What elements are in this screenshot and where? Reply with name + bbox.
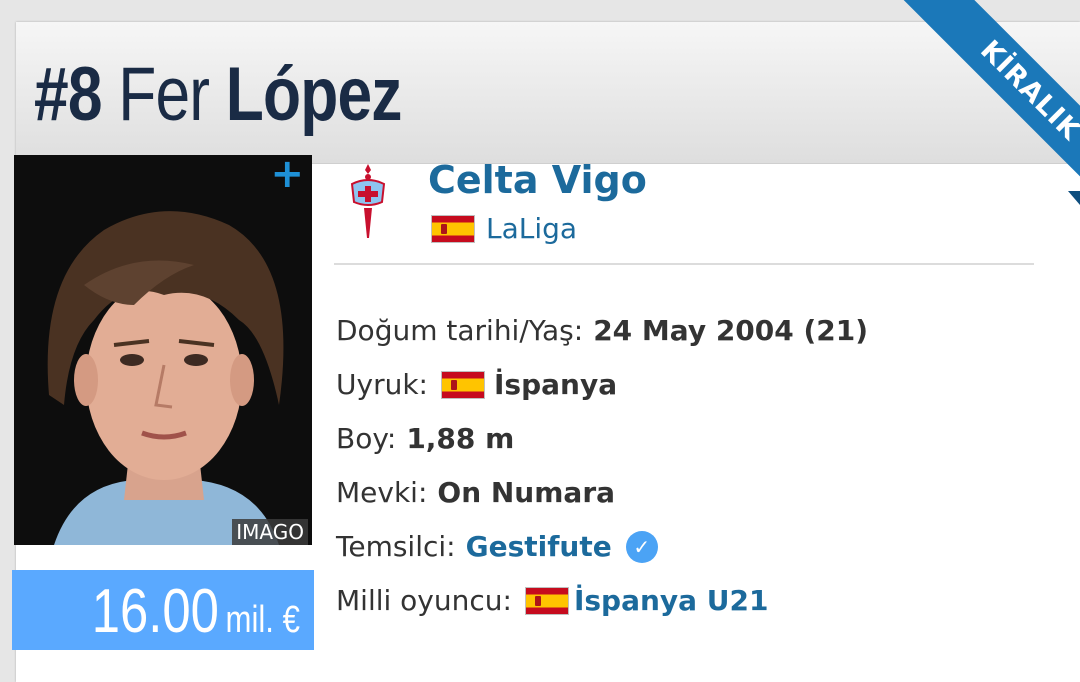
expand-photo-icon[interactable]: + [270,155,304,197]
market-value-unit: mil. € [225,599,300,641]
league-name: LaLiga [486,212,578,245]
market-value: 16.00 mil. € [92,576,300,647]
player-title: #8 Fer López [34,50,402,140]
league-link[interactable]: LaLiga [432,212,577,245]
verified-check-icon: ✓ [625,530,658,563]
info-row-dob: Doğum tarihi/Yaş: 24 May 2004 (21) [336,314,868,347]
player-portrait [14,155,312,545]
dob-value: 24 May 2004 (21) [593,314,869,347]
player-number: #8 [34,52,103,137]
player-photo[interactable]: + IMAGO [14,155,312,545]
info-row-height: Boy: 1,88 m [336,422,514,455]
info-row-citizenship: Uyruk: İspanya [336,368,617,401]
loan-ribbon-label: KİRALIK [899,0,1080,218]
agent-label: Temsilci: [336,530,456,563]
dob-label: Doğum tarihi/Yaş: [336,314,584,347]
national-team-link[interactable]: İspanya U21 [574,584,769,617]
spain-flag-icon [432,215,474,242]
info-row-national: Milli oyuncu: İspanya U21 [336,584,769,617]
loan-ribbon: KİRALIK [850,0,1080,218]
height-label: Boy: [336,422,397,455]
market-value-box[interactable]: 16.00 mil. € [12,570,314,650]
player-first-name: Fer [118,52,210,137]
club-name-link[interactable]: Celta Vigo [428,158,647,202]
spain-flag-icon [441,371,484,398]
agent-link[interactable]: Gestifute [466,530,612,563]
celta-crest-icon[interactable] [346,162,390,240]
market-value-amount: 16.00 [91,577,219,646]
info-row-position: Mevki: On Numara [336,476,615,509]
photo-credit: IMAGO [232,519,308,545]
citizenship-value: İspanya [493,368,618,401]
player-last-name: López [225,52,403,137]
position-label: Mevki: [336,476,428,509]
divider [334,263,1034,265]
spain-flag-icon [525,587,568,614]
position-value: On Numara [437,476,616,509]
ribbon-fold [1068,191,1080,205]
height-value: 1,88 m [406,422,515,455]
national-label: Milli oyuncu: [336,584,512,617]
citizenship-label: Uyruk: [336,368,428,401]
info-row-agent: Temsilci: Gestifute ✓ [336,530,658,563]
